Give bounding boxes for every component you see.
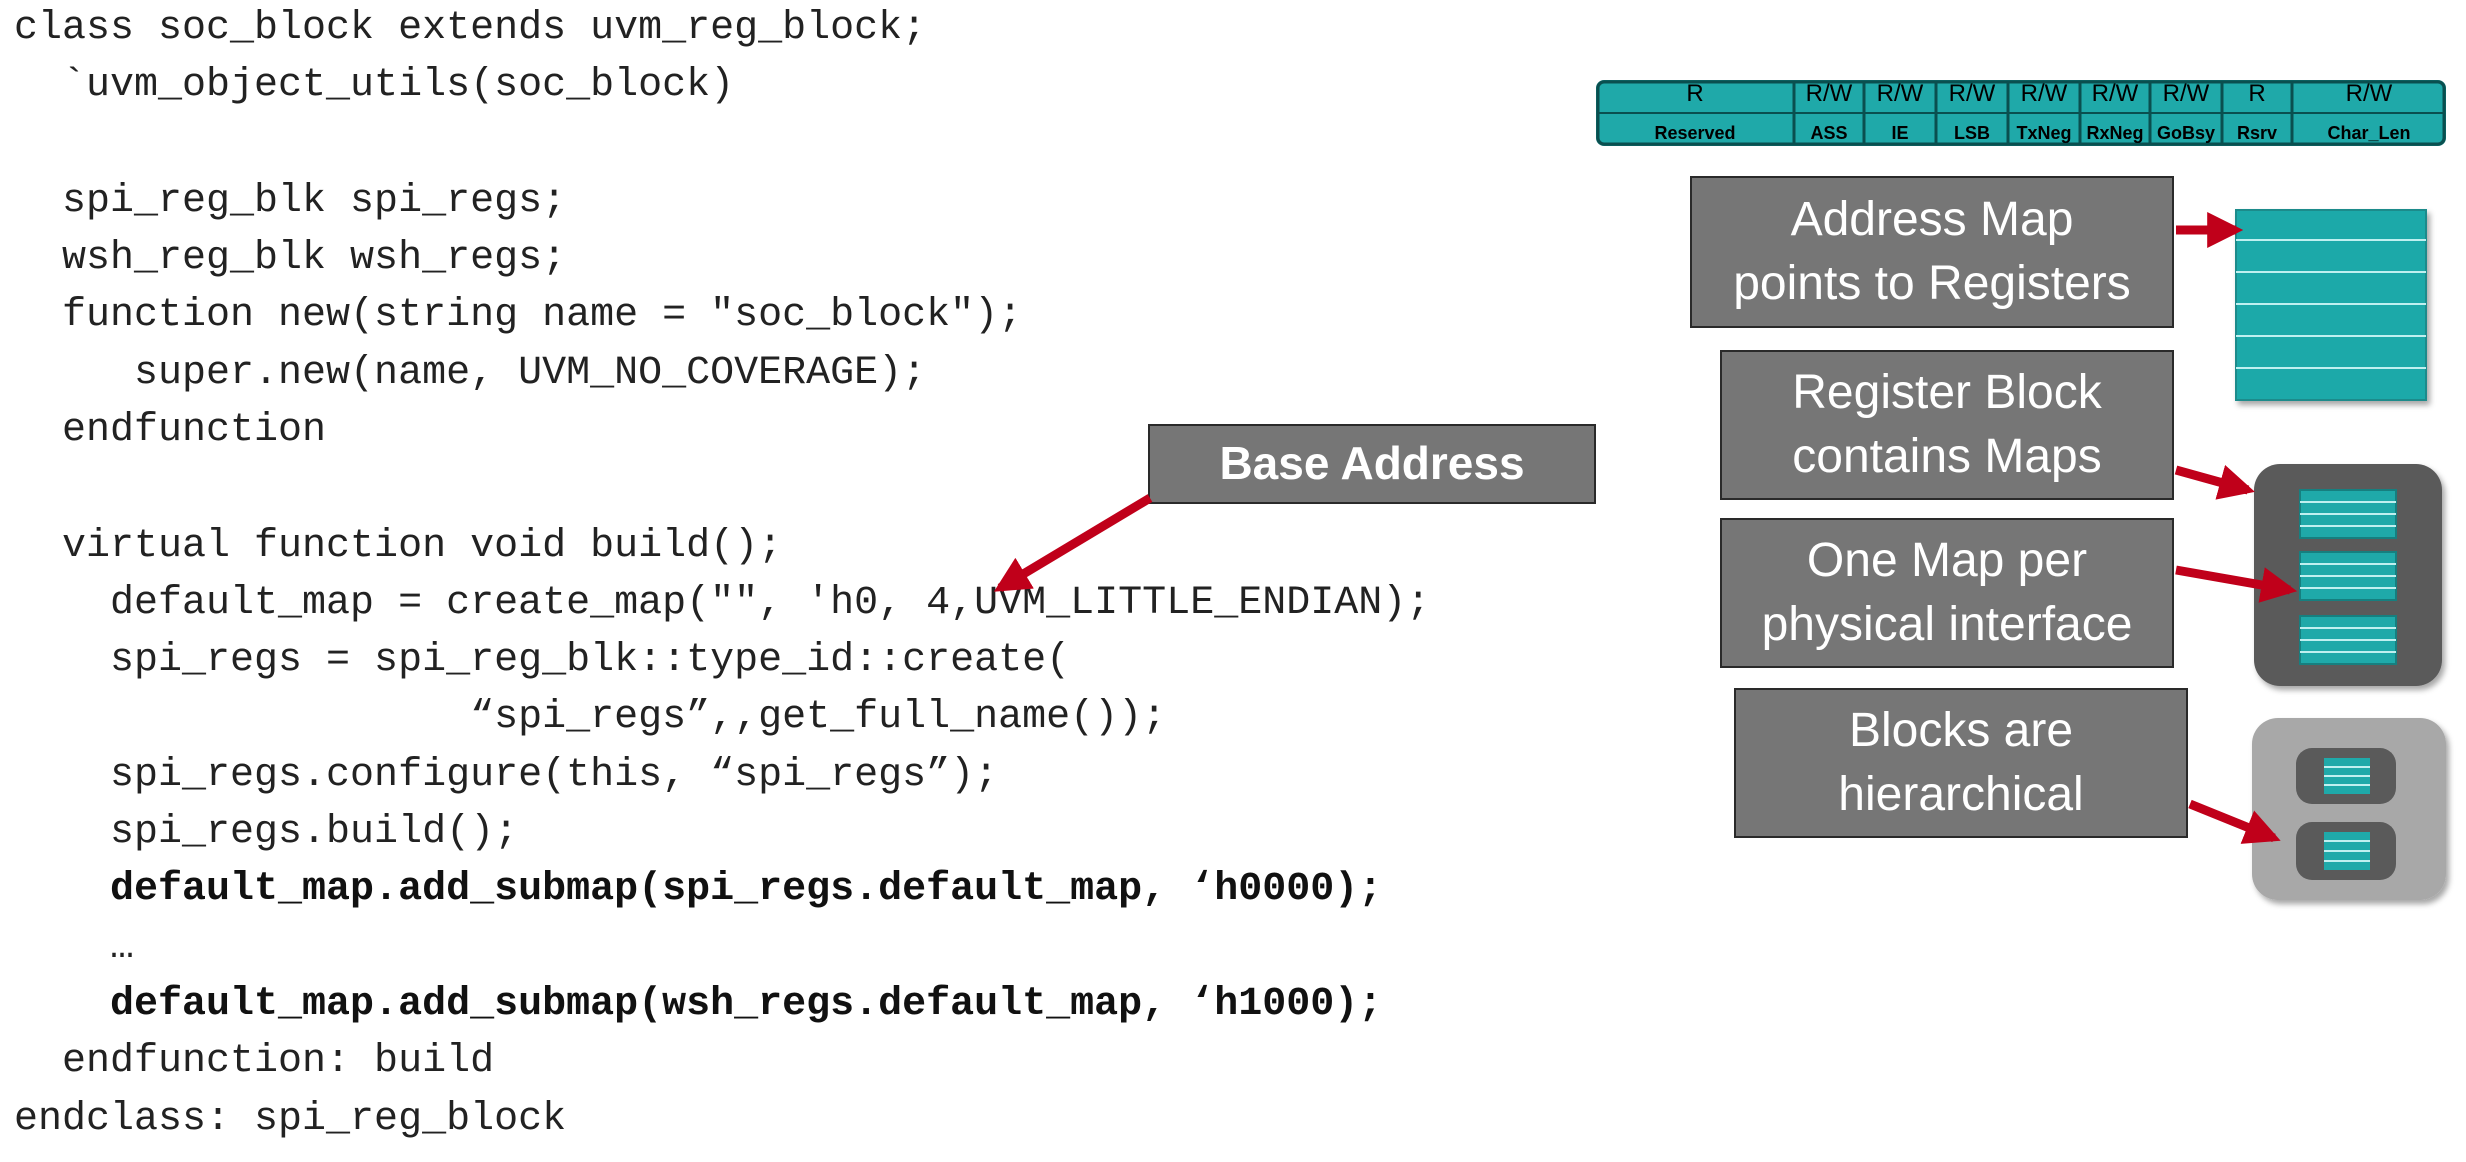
- map-stack-1: [2299, 489, 2397, 539]
- register-stack: [2235, 209, 2427, 401]
- sub-block-1: [2296, 748, 2396, 804]
- diagram-graphics: [993, 209, 2446, 900]
- base-address-arrow: [993, 494, 1153, 592]
- register-block-arrow: [2174, 464, 2255, 500]
- sub-block-2: [2296, 822, 2396, 880]
- map-stack-2: [2299, 551, 2397, 601]
- map-stack-3: [2299, 615, 2397, 665]
